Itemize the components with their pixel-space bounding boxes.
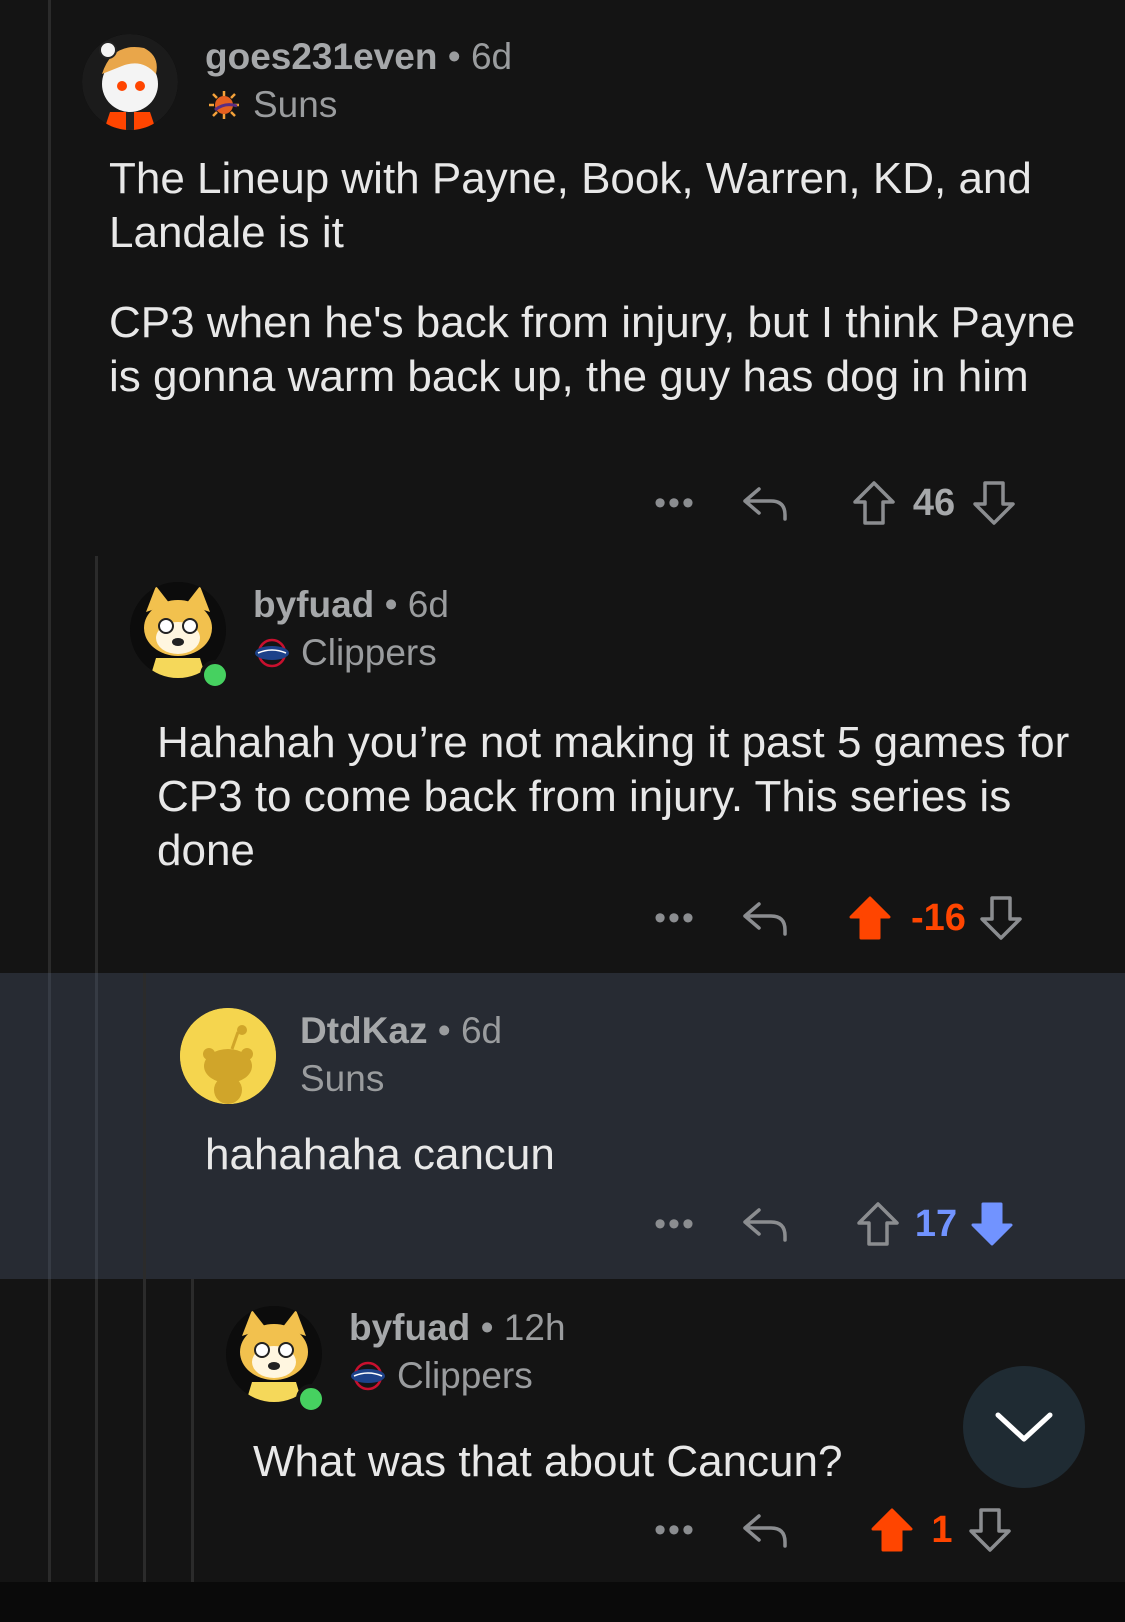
comment-body: What was that about Cancun?	[253, 1435, 953, 1489]
vote-score: 17	[914, 1202, 958, 1245]
separator-dot: •	[447, 36, 471, 77]
online-status-indicator	[296, 1384, 326, 1414]
separator-dot: •	[437, 1010, 461, 1051]
suns-logo-icon	[205, 90, 243, 120]
user-flair: Clippers	[253, 632, 449, 674]
clippers-logo-icon	[253, 638, 291, 668]
reply-icon	[743, 487, 787, 521]
comment-body: The Lineup with Payne, Book, Warren, KD,…	[109, 152, 1089, 404]
comment-actions: ••• 46	[645, 475, 1021, 531]
username[interactable]: goes231even	[205, 36, 437, 77]
bottom-bar	[0, 1582, 1125, 1622]
upvote-button[interactable]	[851, 1201, 905, 1247]
more-options-button[interactable]: •••	[645, 1511, 705, 1550]
user-line: byfuad • 6d	[253, 584, 449, 626]
comment-paragraph: CP3 when he's back from injury, but I th…	[109, 298, 1076, 401]
flair-text: Clippers	[301, 632, 437, 673]
upvote-filled-icon	[871, 1508, 913, 1552]
upvote-icon	[857, 1202, 899, 1246]
default-snoo-icon	[180, 1008, 276, 1104]
reply-icon	[743, 902, 787, 936]
snoo-avatar-icon	[82, 34, 178, 130]
thread-line-level-4	[191, 1279, 194, 1582]
user-flair: Suns	[205, 84, 512, 126]
comment-actions: ••• 17	[645, 1196, 1019, 1252]
user-flair: Clippers	[349, 1355, 566, 1397]
downvote-button[interactable]	[967, 480, 1021, 526]
flair-text: Clippers	[397, 1355, 533, 1396]
comment-age: 12h	[503, 1307, 566, 1348]
comment-meta: byfuad • 12h Clippers	[349, 1307, 566, 1397]
comment-age: 6d	[470, 36, 513, 77]
downvote-icon	[980, 896, 1022, 940]
comment-body: Hahahah you’re not making it past 5 game…	[157, 716, 1087, 878]
comment-actions: ••• 1	[645, 1502, 1017, 1558]
vote-score: 46	[912, 481, 956, 524]
username[interactable]: byfuad	[253, 584, 374, 625]
reply-button[interactable]	[735, 898, 795, 938]
comment-meta: DtdKaz • 6d Suns	[300, 1010, 502, 1100]
user-line: DtdKaz • 6d	[300, 1010, 502, 1052]
more-options-button[interactable]: •••	[645, 1205, 705, 1244]
comment-meta: byfuad • 6d Clippers	[253, 584, 449, 674]
comment-paragraph: Hahahah you’re not making it past 5 game…	[157, 718, 1070, 875]
upvote-filled-icon	[849, 896, 891, 940]
more-options-button[interactable]: •••	[645, 899, 705, 938]
comment-paragraph: What was that about Cancun?	[253, 1437, 843, 1486]
user-flair: Suns	[300, 1058, 502, 1100]
downvote-filled-icon	[971, 1202, 1013, 1246]
comment-paragraph: hahahaha cancun	[205, 1130, 555, 1179]
thread-line-level-1-hl	[48, 973, 51, 1279]
flair-text: Suns	[300, 1058, 385, 1099]
more-options-button[interactable]: •••	[645, 484, 705, 523]
username[interactable]: byfuad	[349, 1307, 470, 1348]
jump-to-next-comment-button[interactable]	[963, 1366, 1085, 1488]
comment-age: 6d	[407, 584, 449, 625]
clippers-logo-icon	[349, 1361, 387, 1391]
reply-button[interactable]	[735, 1510, 795, 1550]
user-line: byfuad • 12h	[349, 1307, 566, 1349]
upvote-button[interactable]	[865, 1507, 919, 1553]
comment-body: hahahaha cancun	[205, 1128, 1085, 1182]
downvote-button[interactable]	[963, 1507, 1017, 1553]
separator-dot: •	[384, 584, 408, 625]
thread-line-level-3	[143, 973, 146, 1582]
downvote-icon	[973, 481, 1015, 525]
comment-paragraph: The Lineup with Payne, Book, Warren, KD,…	[109, 154, 1032, 257]
upvote-icon	[853, 481, 895, 525]
online-status-indicator	[200, 660, 230, 690]
comment-actions: ••• -16	[645, 890, 1028, 946]
username[interactable]: DtdKaz	[300, 1010, 427, 1051]
reply-icon	[743, 1208, 787, 1242]
downvote-button[interactable]	[965, 1201, 1019, 1247]
snoo-avatar[interactable]	[82, 34, 178, 130]
user-line: goes231even • 6d	[205, 36, 512, 78]
vote-score: 1	[931, 1508, 953, 1551]
separator-dot: •	[480, 1307, 504, 1348]
upvote-button[interactable]	[847, 480, 901, 526]
downvote-button[interactable]	[974, 895, 1028, 941]
thread-line-level-2-hl	[95, 973, 98, 1279]
reply-icon	[743, 1514, 787, 1548]
flair-text: Suns	[253, 84, 338, 125]
comment-meta: goes231even • 6d Suns	[205, 36, 512, 126]
downvote-icon	[969, 1508, 1011, 1552]
reply-button[interactable]	[735, 1204, 795, 1244]
comment-age: 6d	[460, 1010, 503, 1051]
chevron-down-icon	[995, 1412, 1053, 1442]
thread-line-level-1	[48, 0, 51, 1582]
reply-button[interactable]	[735, 483, 795, 523]
upvote-button[interactable]	[843, 895, 897, 941]
default-snoo-avatar[interactable]	[180, 1008, 276, 1104]
vote-score: -16	[911, 896, 966, 939]
